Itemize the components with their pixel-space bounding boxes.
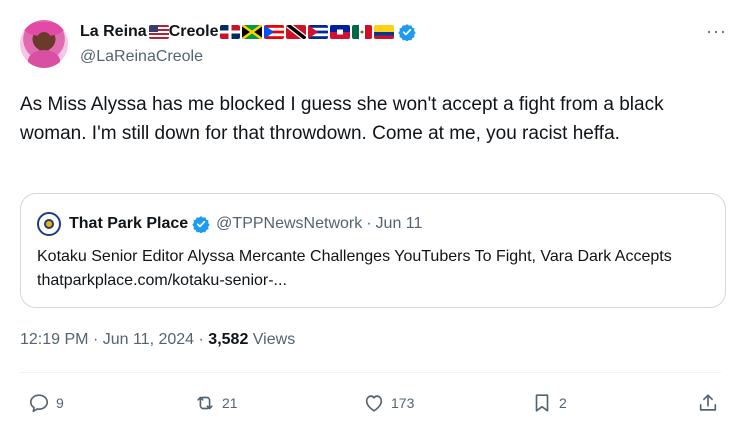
repost-icon	[197, 396, 213, 410]
colombia-flag-icon	[374, 25, 395, 39]
verified-badge-icon[interactable]	[398, 23, 417, 42]
display-name[interactable]: La Reina	[80, 23, 147, 41]
tweet-header: La Reina Creole @LaReinaCreole	[80, 20, 417, 66]
quoted-date: Jun 11	[375, 215, 423, 232]
haiti-flag-icon	[330, 25, 351, 39]
dominican-republic-flag-icon	[220, 25, 241, 39]
views-count: 3,582	[208, 331, 249, 348]
quoted-handle: @TPPNewsNetwork	[216, 215, 363, 232]
quoted-verified-badge-icon	[192, 215, 210, 234]
repost-button[interactable]: 21	[194, 392, 238, 414]
bookmark-button[interactable]: 2	[531, 392, 567, 414]
quoted-display-name: That Park Place	[69, 215, 189, 232]
repost-count: 21	[222, 395, 238, 411]
display-name-suffix[interactable]: Creole	[169, 23, 219, 41]
bookmark-count: 2	[559, 395, 567, 411]
quoted-tweet-card[interactable]: That Park Place @TPPNewsNetwork · Jun 11…	[20, 193, 726, 308]
avatar-body	[28, 50, 60, 68]
mexico-flag-icon	[352, 25, 373, 39]
us-flag-icon	[148, 25, 169, 39]
action-bar: 9 21 173 2	[0, 392, 741, 418]
jamaica-flag-icon	[242, 25, 263, 39]
puerto-rico-flag-icon	[264, 25, 285, 39]
timestamp-separator: ·	[92, 331, 103, 348]
heart-icon	[365, 395, 383, 412]
user-handle[interactable]: @LaReinaCreole	[80, 48, 416, 66]
tweet-timestamp: 12:19 PM · Jun 11, 2024 · 3,582 Views	[20, 331, 295, 349]
avatar-face	[36, 32, 52, 52]
tweet-time[interactable]: 12:19 PM	[20, 331, 88, 348]
views-label: Views	[252, 331, 296, 348]
bookmark-icon	[535, 394, 549, 412]
like-count: 173	[391, 395, 415, 411]
tweet-text: As Miss Alyssa has me blocked I guess sh…	[20, 94, 664, 144]
timestamp-separator: ·	[198, 331, 209, 348]
like-button[interactable]: 173	[363, 392, 414, 414]
share-icon	[699, 394, 717, 411]
reply-icon	[29, 394, 49, 413]
quoted-avatar-logo-icon	[37, 212, 61, 236]
tweet-date[interactable]: Jun 11, 2024	[103, 331, 194, 348]
reply-count: 9	[56, 395, 64, 411]
share-button[interactable]	[697, 392, 719, 414]
trinidad-tobago-flag-icon	[286, 25, 307, 39]
cuba-flag-icon	[308, 25, 329, 39]
quoted-tweet-header: That Park Place @TPPNewsNetwork · Jun 11	[37, 212, 422, 236]
quoted-tweet-text: Kotaku Senior Editor Alyssa Mercante Cha…	[37, 248, 672, 289]
more-options-icon[interactable]: ···	[706, 22, 727, 40]
avatar[interactable]	[20, 20, 68, 68]
quoted-separator: ·	[366, 215, 372, 232]
divider	[20, 372, 721, 373]
name-row[interactable]: La Reina Creole	[80, 20, 417, 44]
reply-button[interactable]: 9	[28, 392, 64, 414]
